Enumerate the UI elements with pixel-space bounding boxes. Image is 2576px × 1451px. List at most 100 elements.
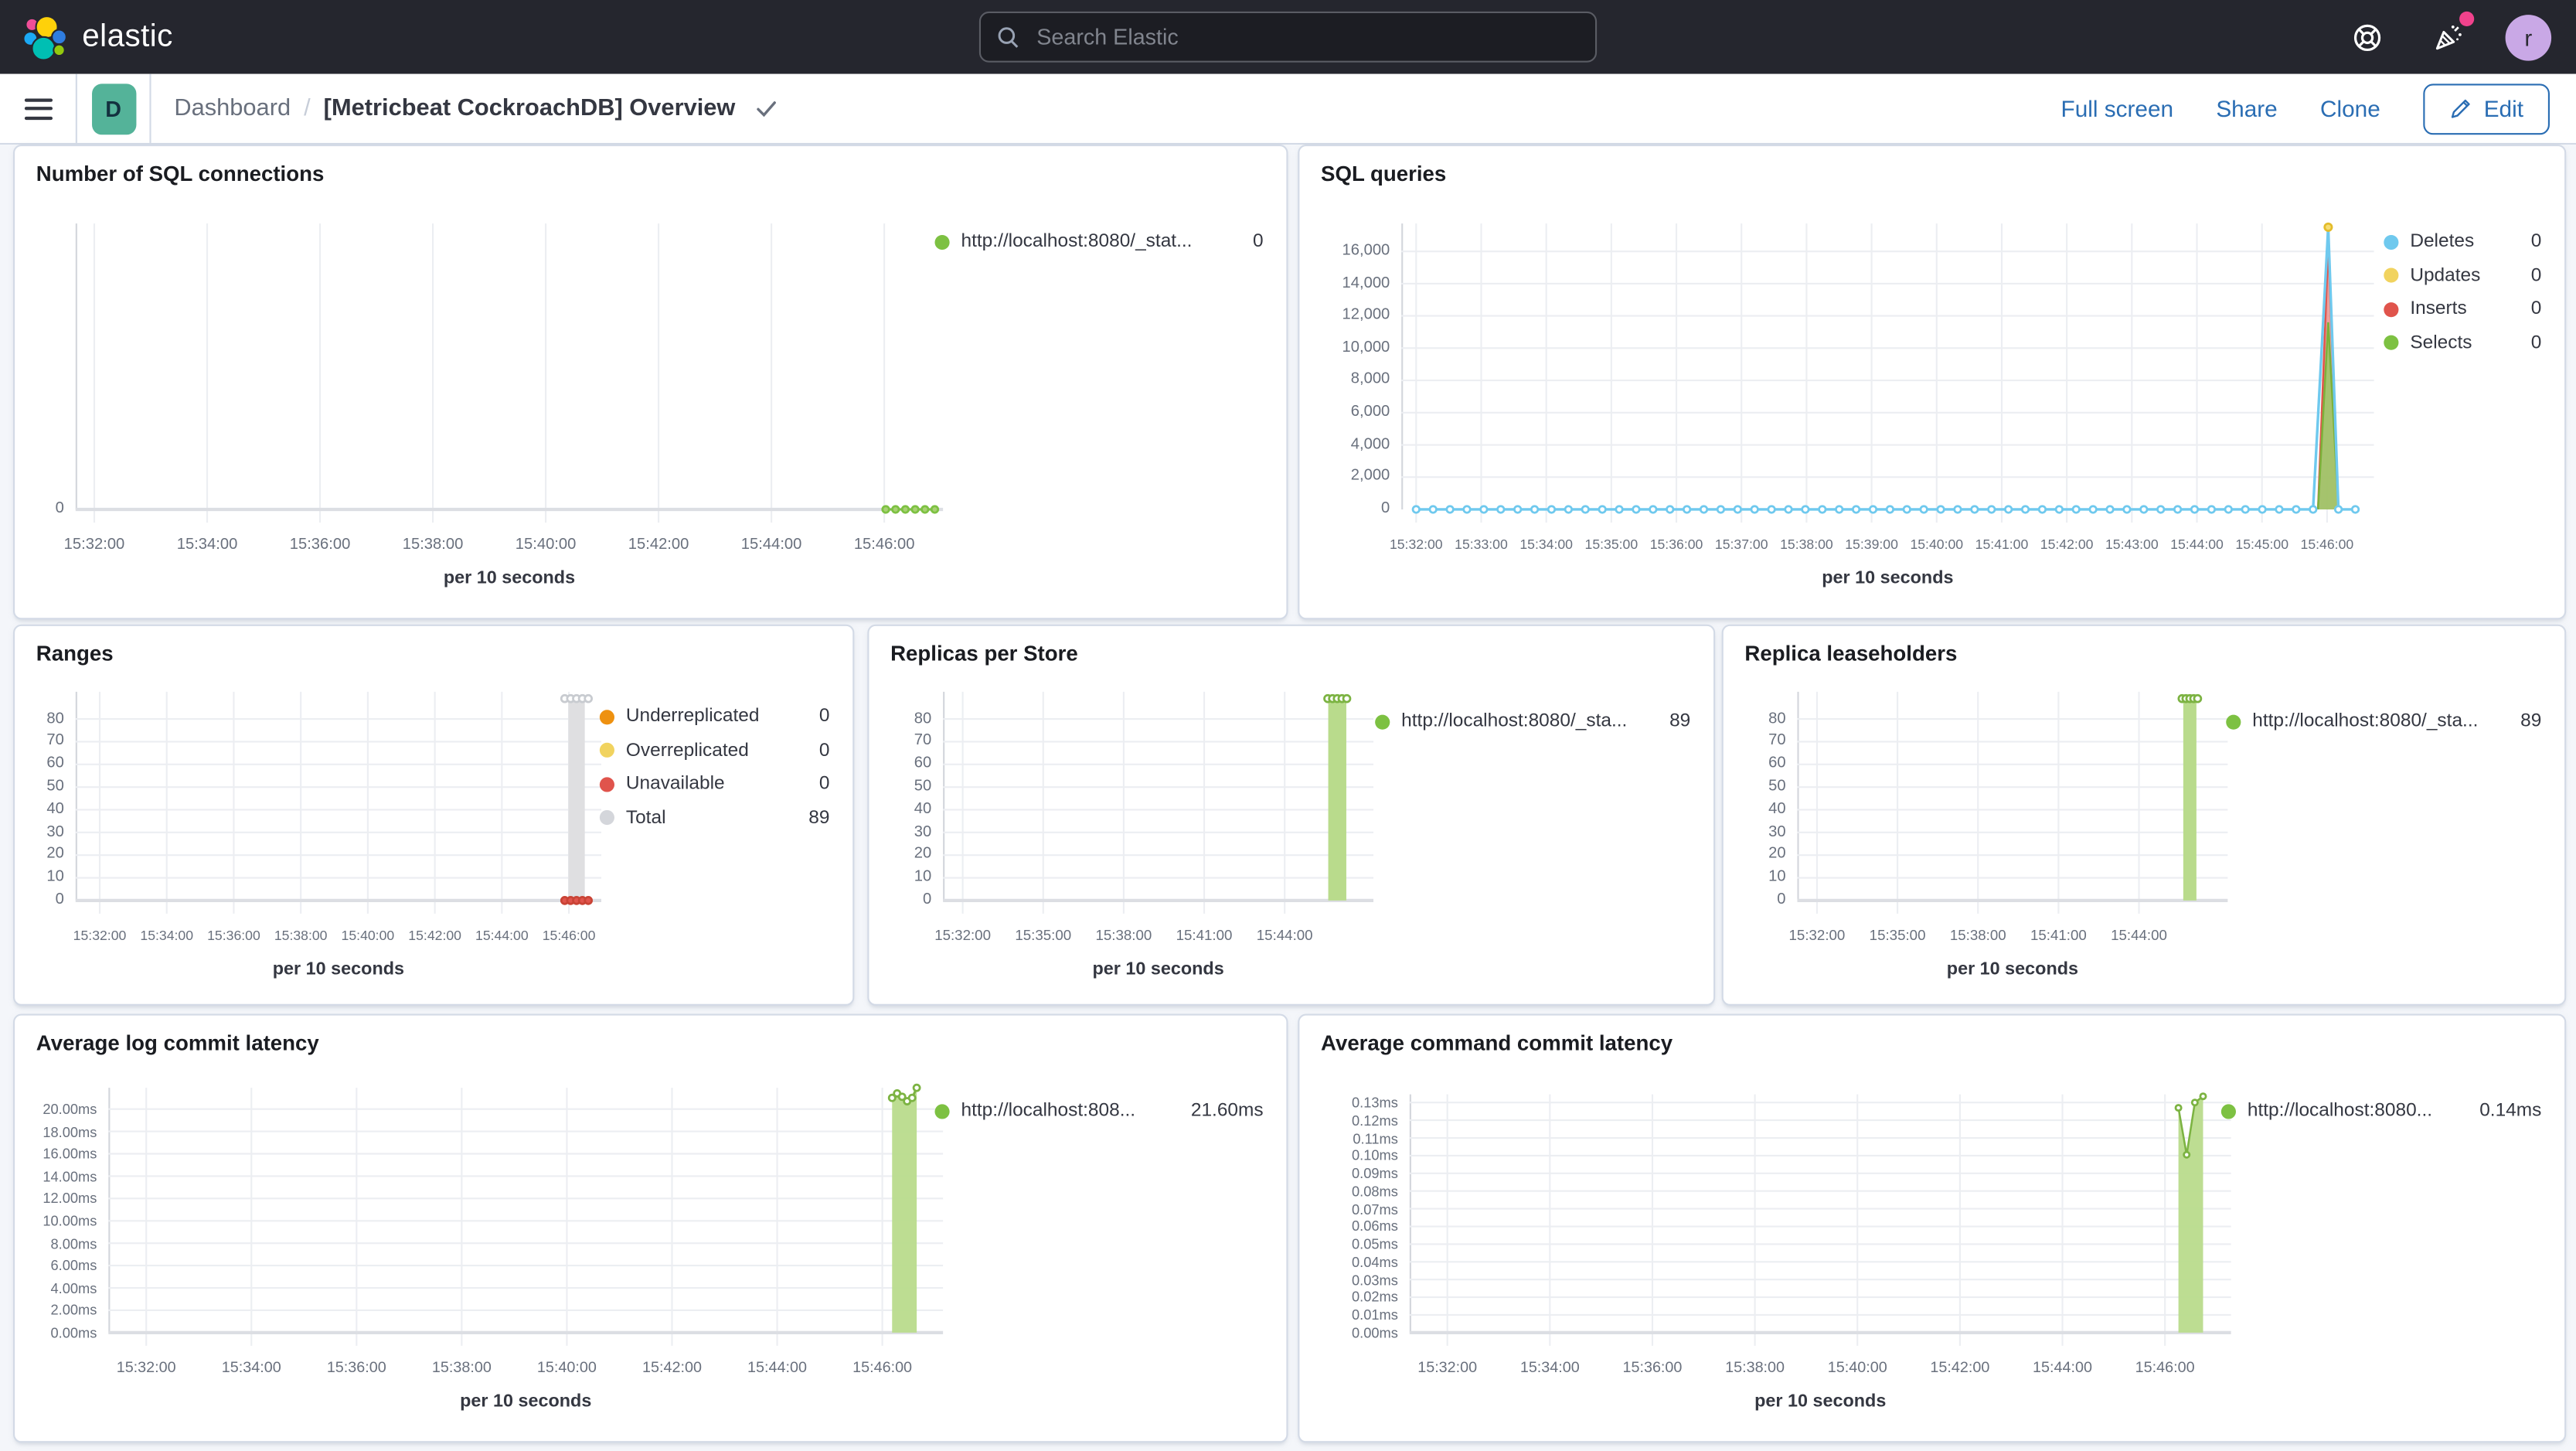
page-title: [Metricbeat CockroachDB] Overview <box>323 95 736 122</box>
plot-canvas[interactable] <box>75 691 601 914</box>
help-button[interactable] <box>2344 14 2391 60</box>
y-tick-label: 10 <box>46 867 64 887</box>
breadcrumb: Dashboard / [Metricbeat CockroachDB] Ove… <box>151 95 777 121</box>
x-tick-label: 15:35:00 <box>1584 535 1638 553</box>
chart-sql-queries[interactable]: 0 2,000 4,000 6,000 8,000 10,000 12,000 14,000 1… <box>1299 146 2564 618</box>
y-tick-label: 80 <box>1768 709 1786 727</box>
legend-item[interactable]: Unavailable 0 <box>599 774 829 794</box>
chart-replica-leaseholders[interactable]: 0 10 20 30 40 50 60 70 80 15:32:00 15:35:00 15:38:0… <box>1724 626 2564 1004</box>
y-tick-label: 14,000 <box>1342 274 1390 292</box>
y-tick-label: 8.00ms <box>50 1235 97 1252</box>
y-tick-label: 6,000 <box>1350 403 1390 421</box>
panel-sql-connections: Number of SQL connections 0 15:32:00 15:34… <box>13 145 1288 620</box>
y-tick-label: 20 <box>1768 845 1786 863</box>
share-button[interactable]: Share <box>2216 95 2277 121</box>
chart-replicas-per-store[interactable]: 0 10 20 30 40 50 60 70 80 15:32:00 15:35:00 15:38:0… <box>869 626 1713 1004</box>
y-tick-label: 40 <box>46 799 64 819</box>
legend-label: Deletes <box>2410 231 2475 252</box>
chart-legend: Underreplicated 0 Overreplicated 0 Unava… <box>599 707 829 827</box>
panel-avg-log-commit-latency: Average log commit latency 0.00ms 2.00ms 4… <box>13 1013 1288 1443</box>
plot-canvas[interactable] <box>1797 691 2228 914</box>
x-tick-label: 15:46:00 <box>852 1358 913 1376</box>
y-tick-label: 30 <box>1768 823 1786 841</box>
plot-canvas[interactable] <box>1409 1092 2231 1346</box>
chart-avg-command-commit-latency[interactable]: 0.00ms 0.01ms 0.02ms 0.03ms 0.04ms 0.05ms 0.06… <box>1299 1016 2564 1442</box>
notification-dot <box>2459 10 2475 26</box>
space-badge[interactable]: D <box>90 83 136 135</box>
legend-value: 21.60ms <box>1190 1101 1264 1121</box>
y-tick-label: 4,000 <box>1350 434 1390 454</box>
x-tick-label: 15:46:00 <box>542 926 596 944</box>
title-check-icon[interactable] <box>755 100 777 118</box>
search-input[interactable] <box>1033 22 1579 51</box>
legend-item[interactable]: Overreplicated 0 <box>599 741 829 760</box>
global-search[interactable] <box>978 11 1598 63</box>
x-tick-label: 15:34:00 <box>221 1358 281 1376</box>
clone-button[interactable]: Clone <box>2320 95 2380 121</box>
elastic-logo[interactable]: elastic <box>0 14 173 60</box>
y-tick-label: 0.09ms <box>1352 1165 1398 1182</box>
x-tick-label: 15:34:00 <box>140 926 194 944</box>
whats-new-button[interactable] <box>2425 10 2475 60</box>
x-tick-label: 15:44:00 <box>475 926 529 944</box>
y-tick-label: 70 <box>914 731 932 751</box>
y-tick-label: 0.10ms <box>1352 1147 1398 1164</box>
plot-canvas[interactable] <box>108 1083 944 1346</box>
edit-button[interactable]: Edit <box>2423 83 2550 135</box>
x-tick-label: 15:41:00 <box>1176 926 1233 944</box>
y-tick-label: 50 <box>914 777 932 795</box>
legend-item[interactable]: http://localhost:8080/_stat... 0 <box>934 232 1264 251</box>
legend-item[interactable]: Updates 0 <box>2384 265 2541 285</box>
legend-item[interactable]: http://localhost:808... 21.60ms <box>934 1101 1264 1121</box>
user-avatar[interactable]: r <box>2505 14 2552 60</box>
x-tick-label: 15:36:00 <box>289 535 351 554</box>
legend-item[interactable]: Deletes 0 <box>2384 231 2541 252</box>
y-tick-label: 60 <box>914 754 932 773</box>
elastic-logo-icon <box>22 14 67 60</box>
y-tick-label: 0.13ms <box>1352 1094 1398 1111</box>
legend-item[interactable]: Inserts 0 <box>2384 299 2541 318</box>
y-tick-label: 0.03ms <box>1352 1271 1398 1288</box>
x-axis-title: per 10 seconds <box>1946 959 2079 979</box>
x-axis-title: per 10 seconds <box>1822 568 1954 588</box>
y-axis-labels: 0.00ms 0.01ms 0.02ms 0.03ms 0.04ms 0.05ms 0.06… <box>1299 1094 1398 1341</box>
y-tick-label: 6.00ms <box>50 1257 97 1274</box>
breadcrumb-dashboard[interactable]: Dashboard <box>174 95 291 121</box>
y-tick-label: 20 <box>46 845 64 863</box>
x-axis-labels: 15:32:00 15:34:00 15:36:00 15:38:00 15:40:00… <box>1410 1359 2231 1382</box>
legend-item[interactable]: Total 89 <box>599 808 829 827</box>
legend-item[interactable]: http://localhost:8080/_sta... 89 <box>1375 711 1690 731</box>
x-tick-label: 15:42:00 <box>642 1358 702 1376</box>
help-icon <box>2353 23 2381 50</box>
y-tick-label: 16.00ms <box>43 1145 97 1163</box>
y-tick-label: 80 <box>914 709 932 727</box>
chart-avg-log-commit-latency[interactable]: 0.00ms 2.00ms 4.00ms 6.00ms 8.00ms 10.00ms 12.… <box>15 1016 1286 1442</box>
x-tick-label: 15:32:00 <box>116 1358 176 1376</box>
legend-item[interactable]: http://localhost:8080/_sta... 89 <box>2226 711 2541 731</box>
logo-wordmark: elastic <box>82 19 173 54</box>
plot-canvas[interactable] <box>943 691 1374 914</box>
legend-label: Unavailable <box>625 774 725 794</box>
x-axis-title: per 10 seconds <box>272 959 405 979</box>
plot-canvas[interactable] <box>1401 222 2374 523</box>
x-tick-label: 15:37:00 <box>1714 535 1768 553</box>
x-axis-labels: 15:32:00 15:34:00 15:36:00 15:38:00 15:40:00… <box>64 535 943 559</box>
plot-canvas[interactable] <box>75 223 944 523</box>
y-tick-label: 16,000 <box>1342 241 1390 260</box>
legend-item[interactable]: Selects 0 <box>2384 332 2541 353</box>
y-tick-label: 60 <box>46 754 64 773</box>
panel-title: SQL queries <box>1321 161 1447 186</box>
chart-sql-connections[interactable]: 0 15:32:00 15:34:00 15:36:00 15:38:00 15:40:0… <box>15 146 1286 618</box>
legend-item[interactable]: http://localhost:8080... 0.14ms <box>2220 1101 2541 1121</box>
legend-item[interactable]: Underreplicated 0 <box>599 707 829 727</box>
legend-value: 89 <box>2520 711 2542 731</box>
full-screen-button[interactable]: Full screen <box>2061 95 2174 121</box>
menu-button[interactable] <box>0 74 76 143</box>
pencil-icon <box>2451 99 2470 118</box>
y-tick-label: 20 <box>914 845 932 863</box>
x-tick-label: 15:44:00 <box>740 535 802 554</box>
panel-title: Ranges <box>36 640 114 666</box>
x-tick-label: 15:46:00 <box>2135 1358 2195 1376</box>
x-axis-title: per 10 seconds <box>443 568 576 588</box>
y-tick-label: 0 <box>922 891 932 909</box>
